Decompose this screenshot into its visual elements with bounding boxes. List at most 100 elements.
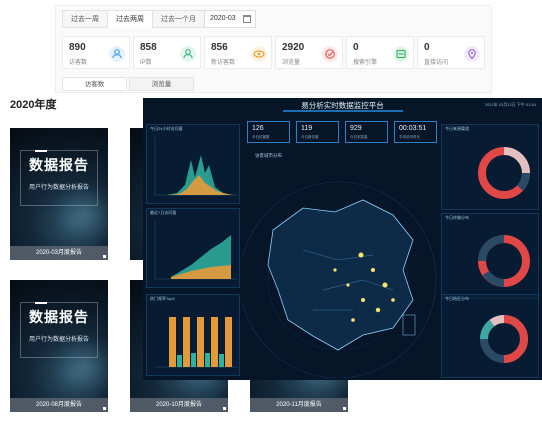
tab-past-two-weeks[interactable]: 过去两周 [107,10,153,28]
south-sea-inset [402,314,416,336]
tab-past-week[interactable]: 过去一周 [62,10,108,28]
report-card-footer: 2020-08月度报告 [10,398,108,412]
donut-segment-dark [478,235,505,262]
stat-label: 浏览量 [282,60,301,66]
area-chart-7day [154,221,237,280]
map-title: 访客城市分布 [255,153,282,158]
map-outline [267,199,414,351]
realtime-dashboard: 易分析实时数据监控平台 2021年 03月12日 下午 01:54 今日24小时… [143,98,542,380]
range-tabs: 过去一周 过去两周 过去一个月 [62,10,205,28]
bar-orange-4 [211,317,218,367]
report-card-2020-03[interactable]: 数据报告 用户行为数据分析报告 2020-03月度报告 [10,128,108,260]
page: 过去一周 过去两周 过去一个月 2020-03 890 访客数 858 IP数 … [0,0,542,421]
bar-orange-1 [169,317,176,367]
kpi-value: 00:03:51 [399,125,427,132]
city-dot [371,268,375,272]
donut-segment-dark [516,172,530,191]
tab-visitors[interactable]: 访客数 [62,77,127,91]
donut-segment-red-2 [503,338,528,363]
bar-teal-3 [205,353,210,367]
donut-chart-source [478,147,530,199]
stat-value: 856 [211,42,228,53]
title-underline [283,110,403,112]
metric-tabs: 访客数 浏览量 [62,77,196,91]
stat-value: 0 [424,42,430,53]
kpi-value: 126 [252,125,264,132]
search-engine-icon [393,46,409,62]
kpi-label: 今日访客数 [252,135,270,139]
stat-value: 0 [353,42,359,53]
corner-mark-icon [103,407,106,410]
donut-segment-dark-2 [482,270,505,287]
bar-orange-2 [183,317,190,367]
calendar-icon [243,15,251,23]
city-dot [346,283,350,287]
stat-label: 直接访问 [424,60,449,66]
corner-mark-icon [223,407,226,410]
dashboard-datetime: 2021年 03月12日 下午 01:54 [484,102,536,107]
city-dot [391,298,395,302]
stat-card-ip: 858 IP数 [133,36,201,69]
kpi-value: 929 [350,125,362,132]
panel-region-distribution: 今日地区分布 [441,294,539,378]
donut-segment-light [503,147,530,174]
stat-card-direct-visits: 0 直接访问 [417,36,485,69]
city-dot [361,298,365,302]
stat-label: IP数 [140,60,152,66]
donut-chart-region [480,315,528,363]
tab-past-month[interactable]: 过去一个月 [152,10,205,28]
kpi-label: 今日浏览量 [350,135,368,139]
month-picker-value: 2020-03 [210,15,236,22]
bar-orange-5 [225,317,232,367]
kpi-value: 119 [301,125,313,132]
kpi-label: 今日新访客 [301,135,319,139]
stat-label: 新访客数 [211,60,236,66]
stats-row: 890 访客数 858 IP数 856 新访客数 2920 浏览量 0 搜索引擎… [62,36,488,69]
panel-source-channel: 今日来源渠道 [441,124,539,210]
donut-segment-red [503,315,528,340]
report-card-footer: 2020-03月度报告 [10,246,108,260]
bar-teal-1 [177,355,182,367]
stat-label: 访客数 [69,60,88,66]
stat-label: 搜索引擎 [353,60,378,66]
report-card-footer: 2020-11月度报告 [250,398,348,412]
city-dot [358,252,364,258]
report-card-2020-08[interactable]: 数据报告 用户行为数据分析报告 2020-08月度报告 [10,280,108,412]
corner-mark-icon [103,255,106,258]
kpi-today-visitors: 126 今日访客数 [247,121,290,143]
stat-card-search-engine: 0 搜索引擎 [346,36,414,69]
china-map [243,181,437,378]
donut-chart-device [478,235,530,287]
bar-orange-3 [197,317,204,367]
report-card-footer: 2020-10月度报告 [130,398,228,412]
city-dot [351,318,355,322]
report-card-title: 数据报告 [29,157,89,173]
tab-pageviews[interactable]: 浏览量 [129,77,194,91]
stat-value: 2920 [282,42,305,53]
donut-segment-teal [480,319,495,340]
area-series-orange [167,175,233,195]
stat-card-new-visitors: 856 新访客数 [204,36,272,69]
month-picker[interactable]: 2020-03 [204,10,256,28]
panel-top5-frequency: 热门频率Top5 [146,294,240,376]
stat-card-pageviews: 2920 浏览量 [275,36,343,69]
panel-7day-visits: 最近7日访问量 [146,208,240,288]
city-dot [382,282,388,288]
bar-chart-top5 [155,317,237,368]
bar-teal-2 [191,353,196,367]
bar-teal-4 [219,354,224,367]
location-icon [464,46,480,62]
new-visitor-icon [251,46,267,62]
report-card-title: 数据报告 [29,309,89,325]
stat-card-visitors: 890 访客数 [62,36,130,69]
kpi-label: 平均访问时长 [399,135,420,139]
analytics-panel: 过去一周 过去两周 过去一个月 2020-03 890 访客数 858 IP数 … [55,5,492,93]
report-card-subtitle: 用户行为数据分析报告 [28,337,89,343]
corner-mark-icon [343,407,346,410]
area-chart-24h [154,137,237,196]
panel-device-distribution: 今日终端分布 [441,213,539,299]
kpi-today-pageviews: 929 今日浏览量 [345,121,388,143]
ip-icon [180,46,196,62]
pageview-icon [322,46,338,62]
panel-24h-visits: 今日24小时访问量 [146,124,240,204]
